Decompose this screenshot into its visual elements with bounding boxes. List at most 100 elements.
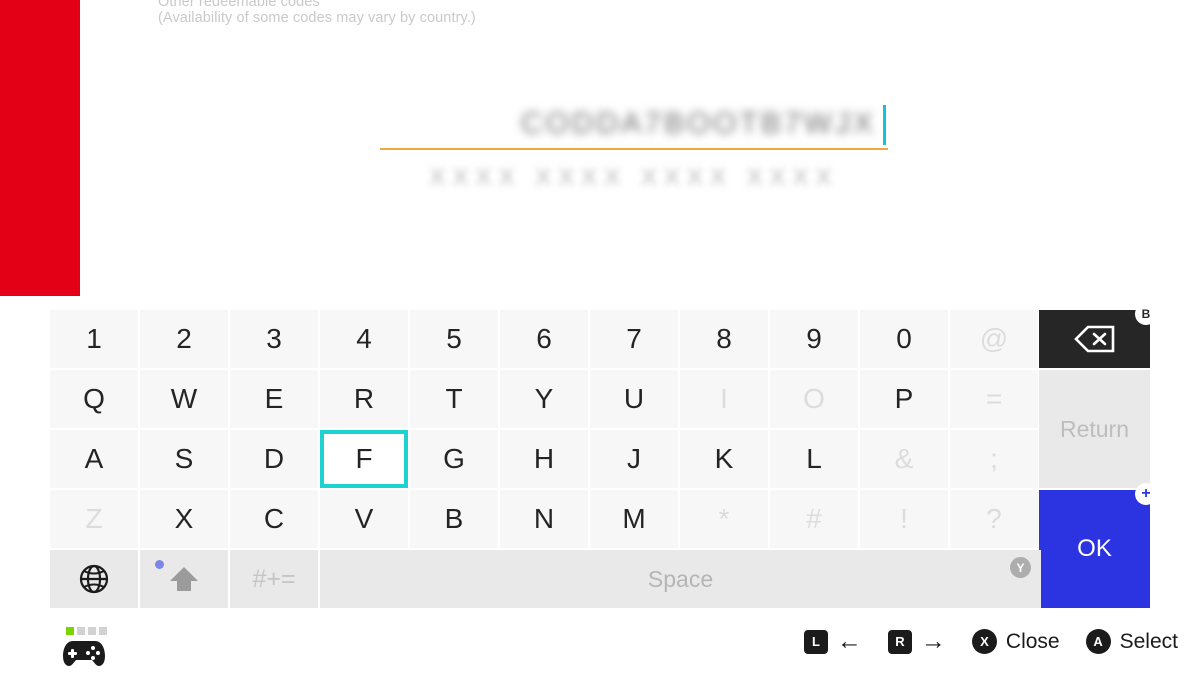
keyboard-row: Z X C V B N M * #!? xyxy=(50,490,1038,548)
switch-keyboard-screen: Other redeemable codes (Availability of … xyxy=(0,0,1200,675)
key-7[interactable]: 7 xyxy=(590,310,678,368)
key-5[interactable]: 5 xyxy=(410,310,498,368)
ok-button[interactable]: OK + xyxy=(1039,483,1157,608)
key-L[interactable]: L xyxy=(770,430,858,488)
language-key[interactable] xyxy=(50,550,138,608)
hint-r[interactable]: R → xyxy=(887,627,946,655)
key-M[interactable]: M xyxy=(590,490,678,548)
player-led-1 xyxy=(66,627,74,635)
backspace-icon xyxy=(1073,325,1114,353)
shift-arrow-icon xyxy=(170,567,198,591)
key-J[interactable]: J xyxy=(590,430,678,488)
key-8[interactable]: 8 xyxy=(680,310,768,368)
code-entry-underline xyxy=(380,148,888,150)
hint-a[interactable]: A Select xyxy=(1085,629,1178,654)
key-;: ; xyxy=(950,430,1038,488)
key-F[interactable]: F xyxy=(320,430,408,488)
key-T[interactable]: T xyxy=(410,370,498,428)
code-entry-text-area: CODDA7BOOTB7WJX xyxy=(380,100,888,148)
key-U[interactable]: U xyxy=(590,370,678,428)
key-V[interactable]: V xyxy=(320,490,408,548)
button-glyph-a: A xyxy=(1085,629,1111,654)
button-glyph-r: R xyxy=(887,629,912,654)
bullet-codes-text: Other redeemable codes xyxy=(158,0,320,10)
availability-note-text: (Availability of some codes may vary by … xyxy=(158,10,476,26)
return-key[interactable]: Return xyxy=(1039,370,1150,488)
symbols-key[interactable]: #+= xyxy=(230,550,318,608)
badge-button-y: Y xyxy=(1010,557,1031,578)
onscreen-keyboard: 1 2 3 4 5 6 7 8 9 0 @ Q W E R T Y U I O P = A S D F G H J K L &; Z X C V B N M… xyxy=(0,296,1200,613)
key-P[interactable]: P xyxy=(860,370,948,428)
key-1[interactable]: 1 xyxy=(50,310,138,368)
button-glyph-l: L xyxy=(803,629,828,654)
space-key[interactable]: Space Y xyxy=(320,550,1041,608)
key-Z: Z xyxy=(50,490,138,548)
key-#: # xyxy=(770,490,858,548)
key-S[interactable]: S xyxy=(140,430,228,488)
key-Q[interactable]: Q xyxy=(50,370,138,428)
key-2[interactable]: 2 xyxy=(140,310,228,368)
key-A[interactable]: A xyxy=(50,430,138,488)
key-0[interactable]: 0 xyxy=(860,310,948,368)
key-O: O xyxy=(770,370,858,428)
key-E[interactable]: E xyxy=(230,370,318,428)
button-hint-list: L ← R → X Close A Select xyxy=(803,627,1178,655)
key-*: * xyxy=(680,490,768,548)
key-@: @ xyxy=(950,310,1038,368)
key-K[interactable]: K xyxy=(680,430,768,488)
hint-x[interactable]: X Close xyxy=(971,629,1060,654)
key-C[interactable]: C xyxy=(230,490,318,548)
key-I: I xyxy=(680,370,768,428)
shift-active-indicator xyxy=(155,560,164,569)
ok-button-label: OK xyxy=(1077,535,1112,562)
pro-controller-icon xyxy=(63,641,105,666)
key-6[interactable]: 6 xyxy=(500,310,588,368)
key-9[interactable]: 9 xyxy=(770,310,858,368)
backspace-key[interactable]: B xyxy=(1039,303,1157,368)
globe-icon xyxy=(79,564,109,594)
key-B[interactable]: B xyxy=(410,490,498,548)
return-key-label: Return xyxy=(1059,415,1130,442)
key-D[interactable]: D xyxy=(230,430,318,488)
key-4[interactable]: 4 xyxy=(320,310,408,368)
hint-l[interactable]: L ← xyxy=(803,627,862,655)
key-!: ! xyxy=(860,490,948,548)
player-led-row xyxy=(66,627,107,635)
code-entry-value: CODDA7BOOTB7WJX xyxy=(520,107,876,140)
hint-label-r: → xyxy=(920,627,946,655)
hint-label-a: Select xyxy=(1119,629,1178,653)
key-&: & xyxy=(860,430,948,488)
app-background: Other redeemable codes (Availability of … xyxy=(0,0,1200,296)
shift-key[interactable] xyxy=(140,550,228,608)
key-R[interactable]: R xyxy=(320,370,408,428)
key-X[interactable]: X xyxy=(140,490,228,548)
key-G[interactable]: G xyxy=(410,430,498,488)
key-?: ? xyxy=(950,490,1038,548)
keyboard-row: A S D F G H J K L &; xyxy=(50,430,1038,488)
button-glyph-x: X xyxy=(971,629,997,654)
symbols-key-label: #+= xyxy=(252,564,296,593)
keyboard-key-rows: 1 2 3 4 5 6 7 8 9 0 @ Q W E R T Y U I O P = A S D F G H J K L &; Z X C V B N M… xyxy=(50,310,1038,550)
keyboard-row: Q W E R T Y U I O P = xyxy=(50,370,1038,428)
badge-button-b: B xyxy=(1135,303,1157,325)
hint-label-x: Close xyxy=(1005,629,1060,653)
keyboard-bottom-row: #+= Space Y xyxy=(50,550,1041,608)
hint-label-l: ← xyxy=(836,627,862,655)
code-entry-field[interactable]: CODDA7BOOTB7WJX XXXX XXXX XXXX XXXX xyxy=(380,100,888,192)
key-3[interactable]: 3 xyxy=(230,310,318,368)
footer-bar: L ← R → X Close A Select xyxy=(0,613,1200,675)
key-=: = xyxy=(950,370,1038,428)
player-led-4 xyxy=(99,627,107,635)
key-W[interactable]: W xyxy=(140,370,228,428)
controller-status xyxy=(62,627,107,673)
space-key-label: Space xyxy=(647,565,714,592)
player-led-2 xyxy=(77,627,85,635)
red-sidebar-rail xyxy=(0,0,80,296)
code-entry-hint: XXXX XXXX XXXX XXXX xyxy=(429,164,839,191)
key-Y[interactable]: Y xyxy=(500,370,588,428)
key-H[interactable]: H xyxy=(500,430,588,488)
keyboard-row: 1 2 3 4 5 6 7 8 9 0 @ xyxy=(50,310,1038,368)
badge-button-plus: + xyxy=(1135,483,1157,505)
text-caret xyxy=(883,105,886,145)
key-N[interactable]: N xyxy=(500,490,588,548)
